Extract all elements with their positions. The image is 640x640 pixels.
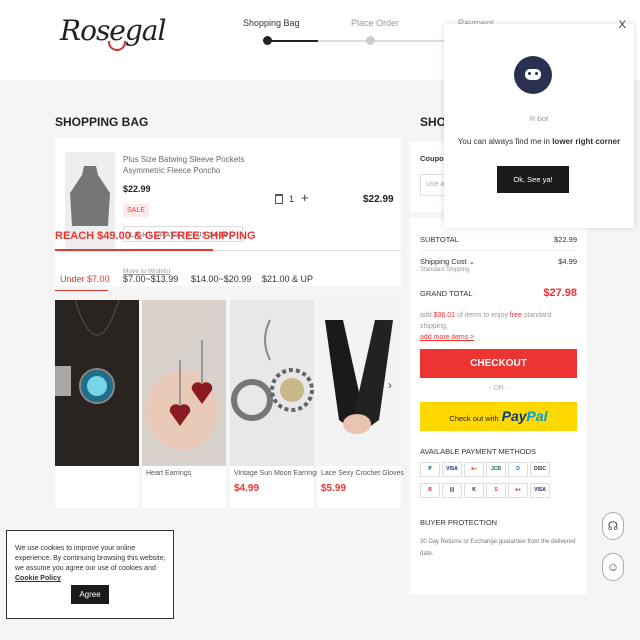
paypal-prefix: Check out with [449,414,499,423]
sale-badge: SALE [123,204,149,217]
shipping-label: Shipping Cost [420,257,467,266]
shipping-value: $4.99 [558,257,577,266]
payment-icons: P VISA ●● JCB D DISC B ||| K S ●● VISA [420,462,560,504]
step-dot [366,36,375,45]
product-price: $22.99 [123,184,151,194]
tab-active-underline [55,290,108,291]
barcode-icon: ||| [442,483,462,498]
diners-icon: D [508,462,528,477]
cookie-message: We use cookies to improve your online ex… [15,545,166,572]
sofort-icon: S [486,483,506,498]
bag-item-card: Plus Size Batwing Sleeve Pockets Asymmet… [55,138,401,286]
maestro-icon: ●● [508,483,528,498]
carousel-prev-button[interactable] [55,366,71,396]
plus-icon[interactable]: + [301,190,309,205]
cookie-policy-link[interactable]: Cookie Policy [15,575,61,582]
rbot-popup: X R-bot You can always find me in lower … [444,19,634,228]
popup-message: You can always find me in lower right co… [444,137,634,146]
jcb-icon: JCB [486,462,506,477]
subtotal-value: $22.99 [554,235,577,244]
popup-message-text: You can always find me in [457,137,553,146]
discover-icon: DISC [530,462,550,477]
close-icon[interactable]: X [619,19,626,31]
step-progress-line [266,40,318,42]
chevron-down-icon: ⌄ [468,257,476,266]
robot-avatar-icon [514,56,552,94]
shipping-method: Standard Shipping [420,267,470,273]
note-middle: of items to enjoy [455,312,510,319]
recommend-card[interactable] [55,300,139,508]
recommend-name: Heart Earrings [146,470,192,477]
poncho-image [70,166,110,226]
tab-under-7[interactable]: Under $7.00 [60,274,110,284]
mastercard-icon: ●● [464,462,484,477]
product-image [142,300,226,466]
chat-bot-icon[interactable]: ☺ [602,553,624,581]
divider [420,250,577,251]
robot-name: R-bot [529,114,549,123]
buyer-protection-note: 30 Day Returns or Exchange guarantee fro… [420,539,576,557]
buyer-protection-title: BUYER PROTECTION [420,518,498,527]
boleto-icon: B [420,483,440,498]
robot-eye [528,72,531,75]
payment-methods-title: AVAILABLE PAYMENT METHODS [420,447,537,456]
shipping-row[interactable]: Shipping Cost ⌄ Standard Shipping $4.99 [420,257,577,273]
free-shipping-headline: REACH $49.00 & GET FREE SHIPPING [55,230,256,242]
recommend-card[interactable]: Lace Sexy Crochet Gloves $5.99 [317,300,404,508]
recommend-card[interactable]: Vintage Sun Moon Earrings $4.99 [230,300,319,508]
cookie-after: . [60,575,63,582]
paypal-icon: P [420,462,440,477]
note-prefix: add [420,312,434,319]
popup-ok-button[interactable]: Ok, See ya! [497,166,569,193]
quantity-value[interactable]: 1 [289,194,294,204]
visa-electron-icon: VISA [530,483,550,498]
recommend-name: Vintage Sun Moon Earrings [234,470,320,477]
step-dot-current [263,36,272,45]
paypal-logo-pal: Pal [526,408,548,424]
klarna-icon: K [464,483,484,498]
headline-divider-accent [55,249,213,251]
paypal-logo-pay: Pay [501,408,527,424]
grand-total-row: GRAND TOTAL $27.98 [420,287,577,299]
note-free: free [509,312,522,319]
tab-7-to-13[interactable]: $7.00~$13.99 [123,274,178,284]
grand-total-value: $27.98 [543,287,577,299]
robot-face [525,69,541,80]
popup-message-bold: lower right corner [552,137,621,146]
tab-14-to-20[interactable]: $14.00~$20.99 [191,274,251,284]
bag-title: SHOPPING BAG [55,115,149,129]
cookie-text: We use cookies to improve your online ex… [15,544,169,584]
headset-icon[interactable]: ☊ [602,512,624,540]
trash-icon[interactable] [275,194,283,204]
recommend-price: $4.99 [234,483,260,494]
step-place-order: Place Order [351,18,400,28]
robot-eye [535,72,538,75]
free-shipping-note: add $36.01 of items to enjoy free standa… [420,310,580,343]
grand-total-label: GRAND TOTAL [420,289,473,298]
recommend-price: $5.99 [321,483,347,494]
recommend-name: Lace Sexy Crochet Gloves [321,470,404,477]
chevron-right-icon[interactable]: › [388,378,392,392]
subtotal-row: SUBTOTAL $22.99 [420,235,577,244]
or-divider: - OR - [488,385,509,392]
add-more-items-link[interactable]: add more items > [420,334,474,341]
product-name[interactable]: Plus Size Batwing Sleeve Pockets Asymmet… [123,154,273,176]
logo-swash [108,41,126,51]
visa-icon: VISA [442,462,462,477]
product-image [230,300,314,466]
tab-21-up[interactable]: $21.00 & UP [262,274,313,284]
paypal-logo: PayPal [502,408,548,424]
note-amount: $36.01 [433,312,456,319]
recommend-card[interactable]: Heart Earrings [142,300,226,508]
paypal-checkout-button[interactable]: Check out with PayPal [420,402,577,431]
step-shopping-bag: Shopping Bag [243,18,300,28]
line-total: $22.99 [363,194,394,205]
cookie-banner: We use cookies to improve your online ex… [6,530,174,619]
subtotal-label: SUBTOTAL [420,235,459,244]
checkout-button[interactable]: CHECKOUT [420,349,577,378]
cookie-agree-button[interactable]: Agree [71,585,109,604]
